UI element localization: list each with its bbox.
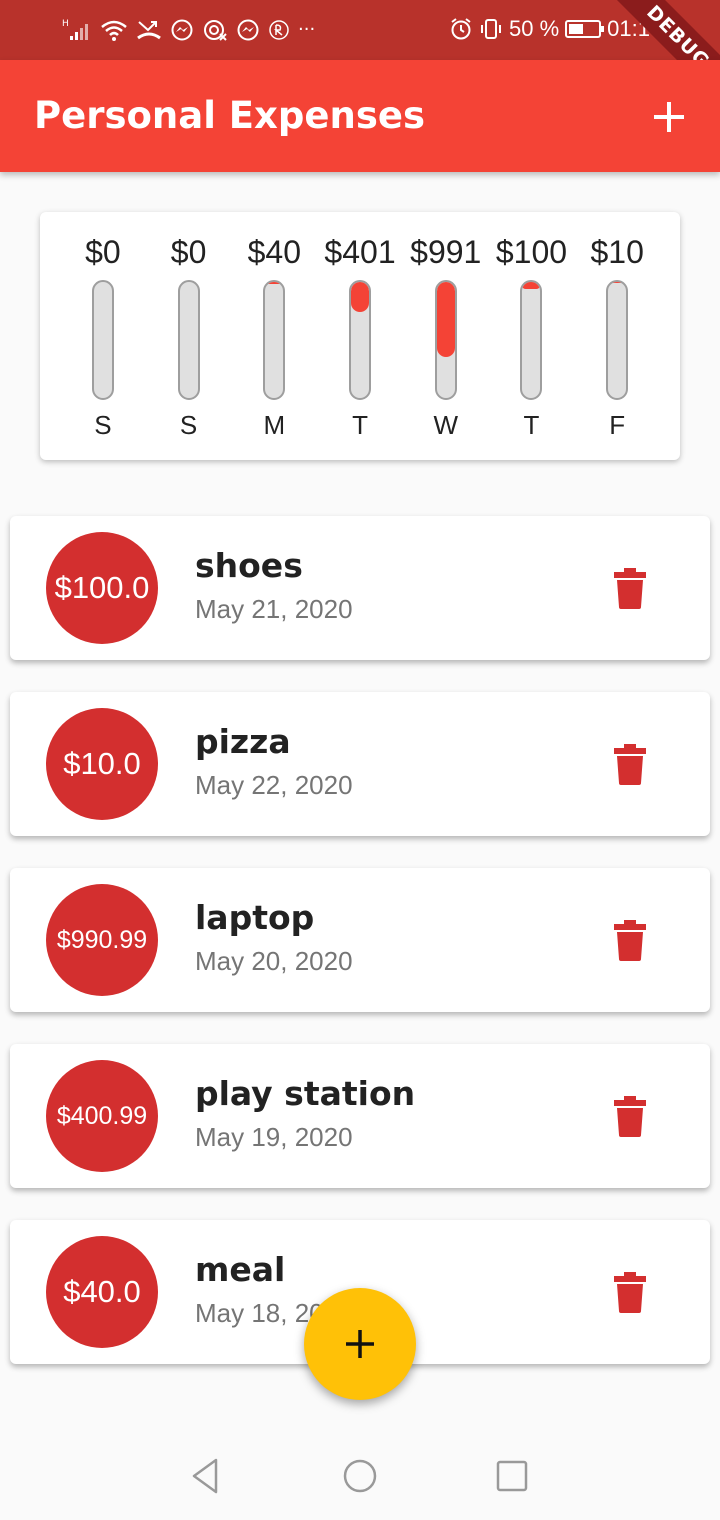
transaction-card: $400.99 play station May 19, 2020 (10, 1044, 710, 1188)
chart-bar-amount: $40 (247, 234, 301, 270)
delete-icon[interactable] (610, 566, 650, 610)
chart-bar-day-label: T (352, 410, 368, 440)
chart-bar-track (434, 280, 457, 400)
transaction-amount-badge: $40.0 (46, 1236, 158, 1348)
chart-bar-day-label: S (94, 410, 112, 440)
add-transaction-fab[interactable] (304, 1288, 416, 1400)
chart-bar-track (263, 280, 286, 400)
chart-bar-column: $991 W (403, 232, 489, 442)
chart-bar-column: $10 F (574, 232, 660, 442)
chart-bar-amount: $10 (590, 234, 644, 270)
delete-icon[interactable] (610, 918, 650, 962)
transaction-card: $990.99 laptop May 20, 2020 (10, 868, 710, 1012)
svg-text:H: H (62, 19, 69, 29)
chart-bar-amount: $100 (495, 234, 568, 270)
battery-percent: 50 % (509, 16, 560, 41)
add-transaction-button[interactable] (638, 90, 700, 144)
app-bar: Personal Expenses (0, 60, 720, 172)
chart-bar-day-label: S (179, 410, 198, 440)
chart-bar-column: $0 S (60, 232, 146, 442)
app-icon (269, 20, 289, 40)
chart-bar-amount: $401 (324, 234, 396, 270)
hotspot-icon (204, 20, 227, 41)
delete-icon[interactable] (610, 742, 650, 786)
chart-bar-day-label: W (433, 410, 458, 440)
wifi-icon (101, 20, 127, 41)
chart-bar-day-label: M (263, 410, 286, 440)
page-title: Personal Expenses (34, 94, 425, 137)
transaction-date: May 20, 2020 (195, 946, 353, 976)
system-nav-bar (0, 1430, 720, 1520)
status-left-icons: H ··· (62, 16, 315, 44)
status-bar: H ··· 50 % 01:1 DEBUG (0, 0, 720, 60)
signal-icon: H (62, 19, 88, 40)
chart-bar-column: $40 M (231, 232, 317, 442)
transaction-date: May 22, 2020 (195, 770, 353, 800)
transaction-card: $100.0 shoes May 21, 2020 (10, 516, 710, 660)
chart-bar-column: $0 S (146, 232, 232, 442)
plus-icon (346, 1330, 374, 1358)
delete-icon[interactable] (610, 1094, 650, 1138)
chart-bar-track (177, 280, 200, 400)
transaction-title: meal (195, 1250, 286, 1289)
home-icon[interactable] (340, 1456, 380, 1496)
battery-icon (565, 20, 605, 38)
transaction-date: May 21, 2020 (195, 594, 353, 624)
transaction-date: May 19, 2020 (195, 1122, 353, 1152)
alarm-icon (451, 18, 471, 40)
chart-bar-fill (608, 282, 627, 284)
transaction-amount-badge: $100.0 (46, 532, 158, 644)
recents-icon[interactable] (492, 1456, 532, 1496)
chart-bar-track (349, 280, 372, 400)
chart-bar-amount: $0 (85, 234, 121, 270)
missed-call-icon (137, 21, 161, 40)
messenger-icon (171, 19, 193, 41)
chart-bar-fill (351, 282, 370, 313)
chart-bar-fill (522, 282, 541, 289)
chart-bar-column: $401 T (317, 232, 403, 442)
chart-bar-amount: $991 (410, 234, 482, 270)
chart-bar-track (520, 280, 543, 400)
transaction-title: play station (195, 1074, 416, 1113)
messenger-icon (237, 19, 259, 41)
transaction-amount-badge: $10.0 (46, 708, 158, 820)
back-icon[interactable] (186, 1456, 226, 1496)
plus-icon (654, 102, 684, 132)
chart-bar-fill (436, 282, 455, 358)
vibrate-icon (481, 19, 502, 39)
chart-bar-track (606, 280, 629, 400)
transaction-title: laptop (195, 898, 315, 937)
transaction-amount-badge: $400.99 (46, 1060, 158, 1172)
transaction-title: pizza (195, 722, 291, 761)
delete-icon[interactable] (610, 1270, 650, 1314)
chart-bars: $0 S $0 S $40 M $401 T $991 W $100 T $10 F (60, 232, 660, 442)
weekly-chart: $0 S $0 S $40 M $401 T $991 W $100 T $10 F (40, 212, 680, 460)
chart-bar-day-label: T (523, 410, 540, 440)
chart-bar-amount: $0 (170, 234, 207, 270)
chart-bar-track (91, 280, 114, 400)
transaction-card: $10.0 pizza May 22, 2020 (10, 692, 710, 836)
transaction-title: shoes (195, 546, 303, 585)
chart-bar-day-label: F (609, 410, 626, 440)
more-icon: ··· (298, 19, 316, 40)
chart-bar-column: $100 T (489, 232, 575, 442)
chart-bar-fill (265, 282, 284, 285)
transaction-amount-badge: $990.99 (46, 884, 158, 996)
status-right-icons: 50 % 01:1 (449, 16, 650, 42)
